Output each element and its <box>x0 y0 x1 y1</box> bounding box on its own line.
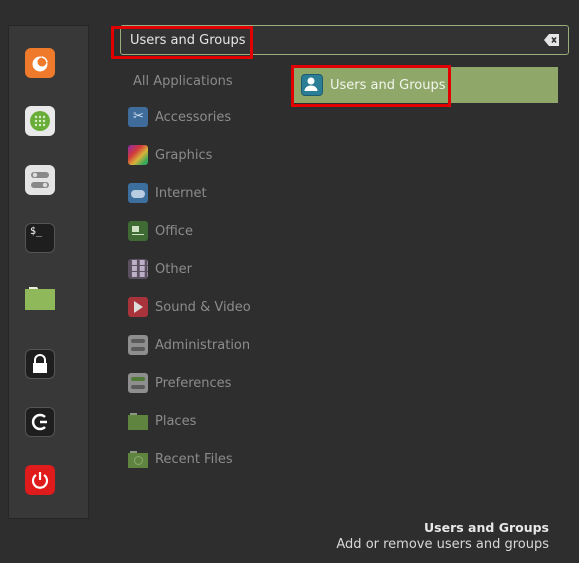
category-administration[interactable]: Administration <box>128 334 250 356</box>
category-label: Office <box>155 223 193 239</box>
app-description: Users and Groups Add or remove users and… <box>336 520 549 552</box>
category-label: Sound & Video <box>155 299 251 315</box>
search-input[interactable] <box>130 26 530 54</box>
category-label: Other <box>155 261 192 277</box>
power-icon <box>31 472 49 489</box>
category-graphics[interactable]: Graphics <box>128 144 212 166</box>
recent-files-icon <box>128 449 148 469</box>
backspace-clear-icon[interactable] <box>544 33 560 47</box>
category-label: Accessories <box>155 109 232 125</box>
sound-video-icon <box>128 297 148 317</box>
folder-icon <box>25 287 55 310</box>
category-office[interactable]: Office <box>128 220 193 242</box>
internet-icon <box>128 183 148 203</box>
favorite-software-manager[interactable] <box>25 106 55 136</box>
favorite-files[interactable] <box>25 282 55 312</box>
search-field[interactable] <box>120 25 569 55</box>
favorites-sidebar <box>8 25 89 519</box>
favorite-terminal[interactable]: $_ <box>25 223 55 253</box>
administration-icon <box>128 335 148 355</box>
firefox-icon <box>32 56 48 72</box>
other-icon: ▪▪▪▪▪▪▪▪▪ <box>128 259 148 279</box>
terminal-icon: $_ <box>30 226 43 237</box>
category-label: Administration <box>155 337 251 353</box>
category-other[interactable]: ▪▪▪▪▪▪▪▪▪ Other <box>128 258 192 280</box>
places-folder-icon <box>128 411 148 431</box>
result-label: Users and Groups <box>330 77 446 93</box>
category-recent-files[interactable]: Recent Files <box>128 448 233 470</box>
category-label: Recent Files <box>155 451 233 467</box>
favorite-quit[interactable] <box>25 465 55 495</box>
category-label: Preferences <box>155 375 232 391</box>
logout-icon <box>31 413 47 431</box>
users-groups-icon <box>301 74 323 96</box>
result-users-and-groups[interactable]: Users and Groups <box>293 67 558 103</box>
favorite-log-out[interactable] <box>25 407 55 437</box>
accessories-icon: ✂ <box>128 107 148 127</box>
category-preferences[interactable]: Preferences <box>128 372 231 394</box>
system-settings-icon <box>31 172 49 188</box>
graphics-icon <box>128 145 148 165</box>
category-accessories[interactable]: ✂ Accessories <box>128 106 231 128</box>
category-all-applications[interactable]: All Applications <box>133 74 233 89</box>
category-places[interactable]: Places <box>128 410 196 432</box>
category-internet[interactable]: Internet <box>128 182 207 204</box>
category-label: Internet <box>155 185 207 201</box>
favorite-system-settings[interactable] <box>25 165 55 195</box>
category-label: Places <box>155 413 197 429</box>
category-sound-video[interactable]: Sound & Video <box>128 296 251 318</box>
lock-icon <box>33 354 47 373</box>
description-title: Users and Groups <box>424 520 549 535</box>
preferences-icon <box>128 373 148 393</box>
office-icon <box>128 221 148 241</box>
software-manager-icon <box>30 111 50 131</box>
favorite-firefox[interactable] <box>25 48 55 78</box>
favorite-lock-screen[interactable] <box>25 349 55 379</box>
description-text: Add or remove users and groups <box>336 537 549 552</box>
category-label: Graphics <box>155 147 213 163</box>
